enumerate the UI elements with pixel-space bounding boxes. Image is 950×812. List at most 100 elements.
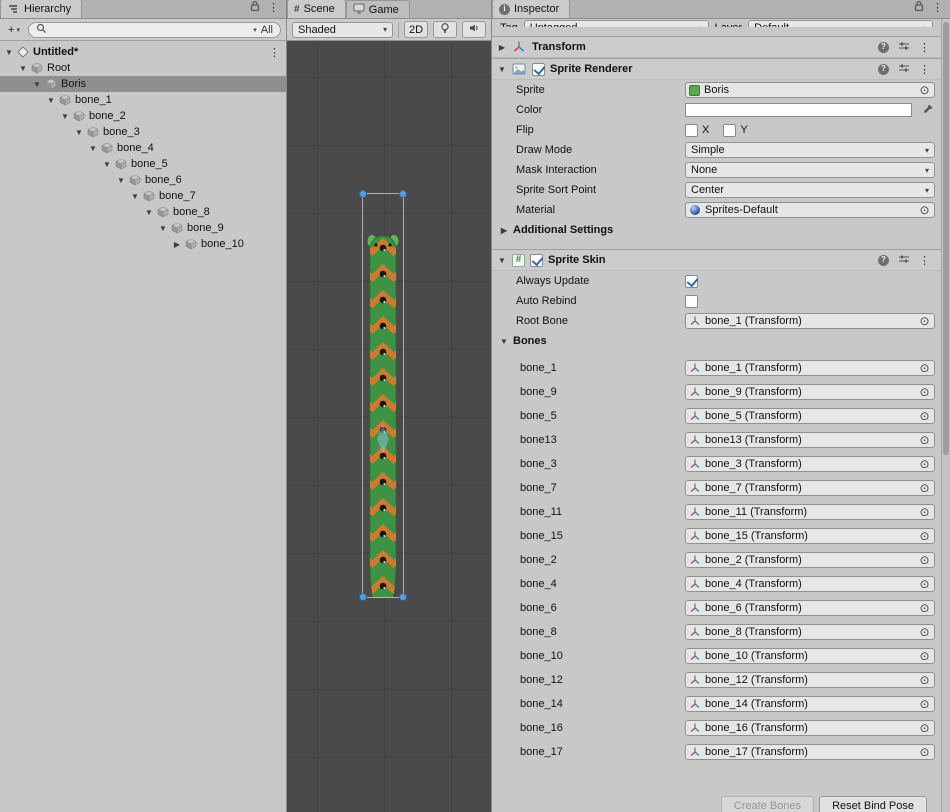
create-bones-button[interactable]: Create Bones <box>721 796 814 812</box>
sprite-renderer-component-header[interactable]: ▼ Sprite Renderer ? ⋮ <box>492 58 941 80</box>
bone-object-field[interactable]: bone_3 (Transform) ⊙ <box>685 456 935 472</box>
foldout-icon[interactable]: ▼ <box>4 48 14 57</box>
toggle-2d-button[interactable]: 2D <box>404 21 428 38</box>
presets-icon[interactable] <box>898 40 910 55</box>
bone-object-field[interactable]: bone_17 (Transform) ⊙ <box>685 744 935 760</box>
boris-sprite[interactable] <box>362 152 404 598</box>
foldout-icon[interactable]: ▼ <box>130 192 140 201</box>
shading-mode-dropdown[interactable]: Shaded ▾ <box>292 22 393 38</box>
tab-scene[interactable]: # Scene <box>287 0 346 18</box>
mask-interaction-dropdown[interactable]: None ▾ <box>685 162 935 178</box>
bone-object-field[interactable]: bone_11 (Transform) ⊙ <box>685 504 935 520</box>
bone-object-field[interactable]: bone_9 (Transform) ⊙ <box>685 384 935 400</box>
sprite-object-field[interactable]: Boris ⊙ <box>685 82 935 98</box>
lock-icon[interactable] <box>914 0 924 15</box>
object-picker-icon[interactable]: ⊙ <box>918 530 931 542</box>
object-picker-icon[interactable]: ⊙ <box>918 315 931 327</box>
hierarchy-item-bone_6[interactable]: ▼ bone_6 <box>0 172 286 188</box>
always-update-checkbox[interactable] <box>685 275 698 288</box>
object-picker-icon[interactable]: ⊙ <box>918 482 931 494</box>
help-icon[interactable]: ? <box>878 42 889 53</box>
bone-object-field[interactable]: bone_8 (Transform) ⊙ <box>685 624 935 640</box>
scene-viewport[interactable] <box>287 42 491 812</box>
eyedropper-icon[interactable] <box>921 103 935 117</box>
foldout-icon[interactable]: ▼ <box>18 64 28 73</box>
flip-x-checkbox[interactable] <box>685 124 698 137</box>
bone-object-field[interactable]: bone_14 (Transform) ⊙ <box>685 696 935 712</box>
component-enabled-checkbox[interactable] <box>532 63 545 76</box>
presets-icon[interactable] <box>898 62 910 77</box>
bone-object-field[interactable]: bone_15 (Transform) ⊙ <box>685 528 935 544</box>
object-picker-icon[interactable]: ⊙ <box>918 602 931 614</box>
component-enabled-checkbox[interactable] <box>530 254 543 267</box>
item-menu-icon[interactable]: ⋮ <box>269 46 280 59</box>
object-picker-icon[interactable]: ⊙ <box>918 578 931 590</box>
auto-rebind-checkbox[interactable] <box>685 295 698 308</box>
foldout-icon[interactable]: ▼ <box>46 96 56 105</box>
bone-object-field[interactable]: bone_10 (Transform) ⊙ <box>685 648 935 664</box>
layer-dropdown[interactable]: Default ▾ <box>748 20 933 27</box>
panel-menu-icon[interactable]: ⋮ <box>932 1 943 14</box>
object-picker-icon[interactable]: ⊙ <box>918 746 931 758</box>
help-icon[interactable]: ? <box>878 255 889 266</box>
hierarchy-item-untitled-[interactable]: ▼ Untitled* ⋮ <box>0 44 286 60</box>
hierarchy-item-bone_5[interactable]: ▼ bone_5 <box>0 156 286 172</box>
foldout-icon[interactable]: ▼ <box>144 208 154 217</box>
additional-settings-foldout[interactable]: ▶ Additional Settings <box>492 220 941 240</box>
foldout-icon[interactable]: ▼ <box>74 128 84 137</box>
foldout-icon[interactable]: ▼ <box>497 65 507 74</box>
bone-object-field[interactable]: bone_6 (Transform) ⊙ <box>685 600 935 616</box>
hierarchy-item-root[interactable]: ▼ Root <box>0 60 286 76</box>
root-bone-object-field[interactable]: bone_1 (Transform) ⊙ <box>685 313 935 329</box>
tab-hierarchy[interactable]: Hierarchy <box>0 0 82 18</box>
foldout-icon[interactable]: ▼ <box>158 224 168 233</box>
foldout-icon[interactable]: ▶ <box>172 240 182 249</box>
foldout-icon[interactable]: ▼ <box>497 256 507 265</box>
bone-object-field[interactable]: bone_1 (Transform) ⊙ <box>685 360 935 376</box>
scene-audio-button[interactable] <box>462 21 486 38</box>
bone-object-field[interactable]: bone_5 (Transform) ⊙ <box>685 408 935 424</box>
flip-y-checkbox[interactable] <box>723 124 736 137</box>
draw-mode-dropdown[interactable]: Simple ▾ <box>685 142 935 158</box>
hierarchy-search-input[interactable]: ▾ All <box>28 22 281 38</box>
component-menu-icon[interactable]: ⋮ <box>919 41 930 54</box>
bone-object-field[interactable]: bone_4 (Transform) ⊙ <box>685 576 935 592</box>
lock-icon[interactable] <box>250 0 260 15</box>
object-picker-icon[interactable]: ⊙ <box>918 386 931 398</box>
hierarchy-item-bone_1[interactable]: ▼ bone_1 <box>0 92 286 108</box>
bone-object-field[interactable]: bone_16 (Transform) ⊙ <box>685 720 935 736</box>
component-menu-icon[interactable]: ⋮ <box>919 254 930 267</box>
object-picker-icon[interactable]: ⊙ <box>918 84 931 96</box>
hierarchy-item-bone_8[interactable]: ▼ bone_8 <box>0 204 286 220</box>
sprite-sort-point-dropdown[interactable]: Center ▾ <box>685 182 935 198</box>
tab-game[interactable]: Game <box>346 0 410 18</box>
object-picker-icon[interactable]: ⊙ <box>918 698 931 710</box>
object-picker-icon[interactable]: ⊙ <box>918 650 931 662</box>
object-picker-icon[interactable]: ⊙ <box>918 362 931 374</box>
sprite-skin-component-header[interactable]: ▼ # Sprite Skin ? ⋮ <box>492 249 941 271</box>
object-picker-icon[interactable]: ⊙ <box>918 204 931 216</box>
hierarchy-item-boris[interactable]: ▼ Boris <box>0 76 286 92</box>
object-picker-icon[interactable]: ⊙ <box>918 626 931 638</box>
hierarchy-item-bone_3[interactable]: ▼ bone_3 <box>0 124 286 140</box>
scrollbar-thumb[interactable] <box>943 22 949 455</box>
color-swatch[interactable] <box>685 103 912 117</box>
help-icon[interactable]: ? <box>878 64 889 75</box>
object-picker-icon[interactable]: ⊙ <box>918 410 931 422</box>
bone-object-field[interactable]: bone_7 (Transform) ⊙ <box>685 480 935 496</box>
bone-object-field[interactable]: bone_2 (Transform) ⊙ <box>685 552 935 568</box>
foldout-icon[interactable]: ▶ <box>497 43 507 52</box>
presets-icon[interactable] <box>898 253 910 268</box>
hierarchy-item-bone_4[interactable]: ▼ bone_4 <box>0 140 286 156</box>
foldout-icon[interactable]: ▼ <box>32 80 42 89</box>
hierarchy-item-bone_10[interactable]: ▶ bone_10 <box>0 236 286 252</box>
scene-lighting-button[interactable] <box>433 21 457 38</box>
foldout-icon[interactable]: ▼ <box>60 112 70 121</box>
tab-inspector[interactable]: i Inspector <box>492 0 570 18</box>
object-picker-icon[interactable]: ⊙ <box>918 722 931 734</box>
bone-object-field[interactable]: bone13 (Transform) ⊙ <box>685 432 935 448</box>
bone-object-field[interactable]: bone_12 (Transform) ⊙ <box>685 672 935 688</box>
reset-bind-pose-button[interactable]: Reset Bind Pose <box>819 796 927 812</box>
foldout-icon[interactable]: ▼ <box>102 160 112 169</box>
hierarchy-item-bone_9[interactable]: ▼ bone_9 <box>0 220 286 236</box>
